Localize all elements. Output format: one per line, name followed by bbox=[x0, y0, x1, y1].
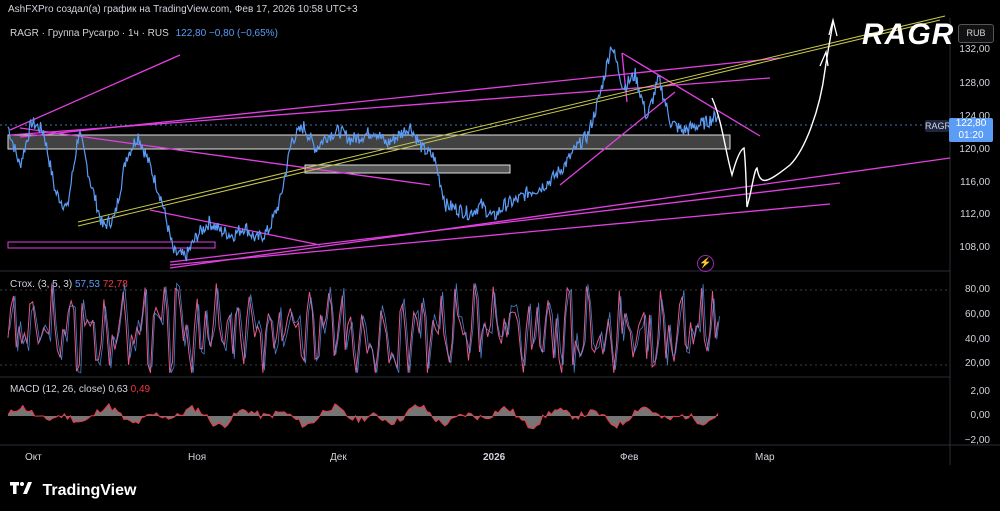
x-tick: Окт bbox=[25, 452, 42, 463]
ragr-annotation: RAGR bbox=[862, 18, 955, 51]
price-tick: 112,00 bbox=[960, 209, 990, 220]
flash-icon[interactable]: ⚡ bbox=[697, 255, 714, 272]
stoch-d-line bbox=[7, 283, 719, 373]
yellow-line-2 bbox=[77, 15, 946, 223]
x-tick: Ноя bbox=[188, 452, 207, 463]
price-tick: 132,00 bbox=[959, 44, 990, 55]
price-tag: 122,80 01:20 bbox=[949, 118, 993, 142]
macd-tick: −2,00 bbox=[964, 435, 990, 446]
macd-tick: 0,00 bbox=[970, 410, 990, 421]
price-tick: 108,00 bbox=[959, 242, 990, 253]
stoch-series bbox=[7, 282, 720, 374]
price-tick: 116,00 bbox=[960, 177, 990, 188]
stoch-tick: 60,00 bbox=[964, 309, 990, 320]
stoch-tick: 40,00 bbox=[964, 334, 990, 345]
bottom-zone bbox=[7, 241, 216, 249]
chart-canvas[interactable] bbox=[0, 0, 1000, 511]
price-tick: 128,00 bbox=[959, 78, 990, 89]
stoch-tick: 20,00 bbox=[964, 358, 990, 369]
trendline-support-mid bbox=[169, 182, 841, 263]
price-tick: 120,00 bbox=[959, 144, 990, 155]
x-tick: 2026 bbox=[483, 452, 506, 463]
macd-histogram bbox=[8, 403, 718, 430]
yellow-lines bbox=[77, 15, 946, 227]
macd-series bbox=[7, 403, 719, 430]
projection-arrowhead-2 bbox=[819, 49, 829, 67]
x-tick: Дек bbox=[330, 452, 347, 463]
price-tag-value: 122,80 bbox=[955, 118, 987, 129]
trendlines bbox=[9, 52, 951, 269]
tradingview-mark-icon bbox=[10, 482, 32, 494]
projection-arrowhead bbox=[828, 17, 838, 37]
price-tag-timer: 01:20 bbox=[958, 130, 984, 141]
x-tick: Мар bbox=[755, 452, 775, 463]
yellow-line-1 bbox=[77, 19, 941, 227]
symbol-tag: RAGR bbox=[925, 120, 952, 132]
stoch-tick: 80,00 bbox=[964, 284, 990, 295]
macd-tick: 2,00 bbox=[970, 386, 990, 397]
x-tick: Фев bbox=[620, 452, 639, 463]
trendline-early-rise bbox=[9, 54, 181, 131]
tradingview-logo[interactable]: TradingView bbox=[10, 481, 136, 500]
tradingview-logo-text: TradingView bbox=[42, 482, 137, 499]
